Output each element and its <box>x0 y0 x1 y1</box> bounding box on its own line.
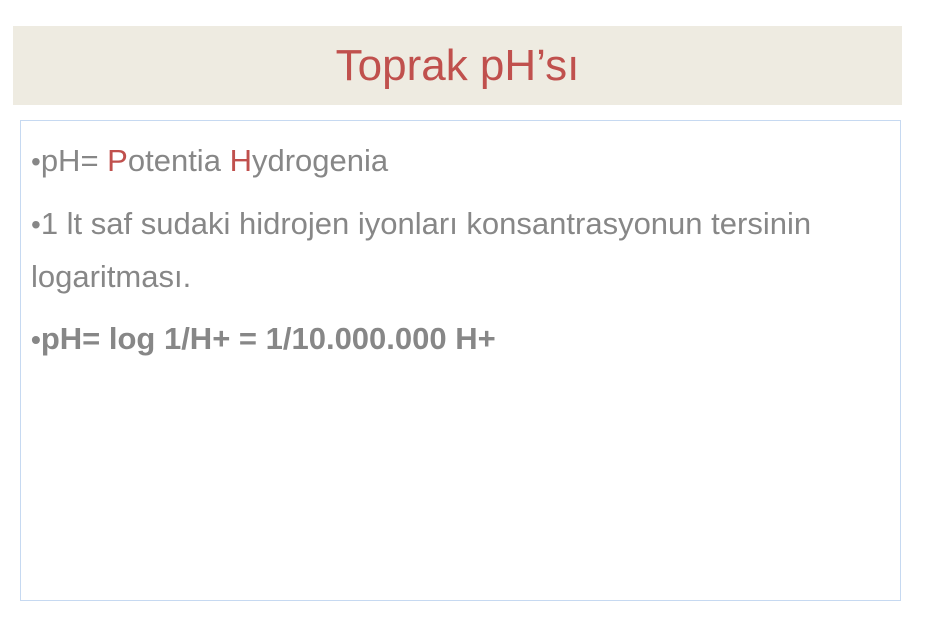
highlight-letter-p: P <box>107 143 128 178</box>
bullet-text: pH= <box>40 143 108 178</box>
bullet-icon: • <box>31 209 41 240</box>
bullet-text: 1 lt saf sudaki hidrojen iyonları konsan… <box>31 206 812 294</box>
bullet-item-3: •pH= log 1/H+ = 1/10.000.000 H+ <box>31 313 890 366</box>
content-box: •pH= Potentia Hydrogenia •1 lt saf sudak… <box>20 120 901 601</box>
bullet-text: ydrogenia <box>251 143 389 178</box>
bullet-text: otentia <box>127 143 230 178</box>
title-bar: Toprak pH’sı <box>13 26 902 105</box>
bullet-icon: • <box>31 146 41 177</box>
bullet-item-1: •pH= Potentia Hydrogenia <box>31 135 890 188</box>
highlight-letter-h: H <box>229 143 252 178</box>
bullet-text: pH= log 1/H+ = 1/10.000.000 H+ <box>40 321 496 356</box>
slide-title: Toprak pH’sı <box>335 40 580 90</box>
bullet-icon: • <box>31 324 41 355</box>
bullet-item-2: •1 lt saf sudaki hidrojen iyonları konsa… <box>31 198 890 303</box>
